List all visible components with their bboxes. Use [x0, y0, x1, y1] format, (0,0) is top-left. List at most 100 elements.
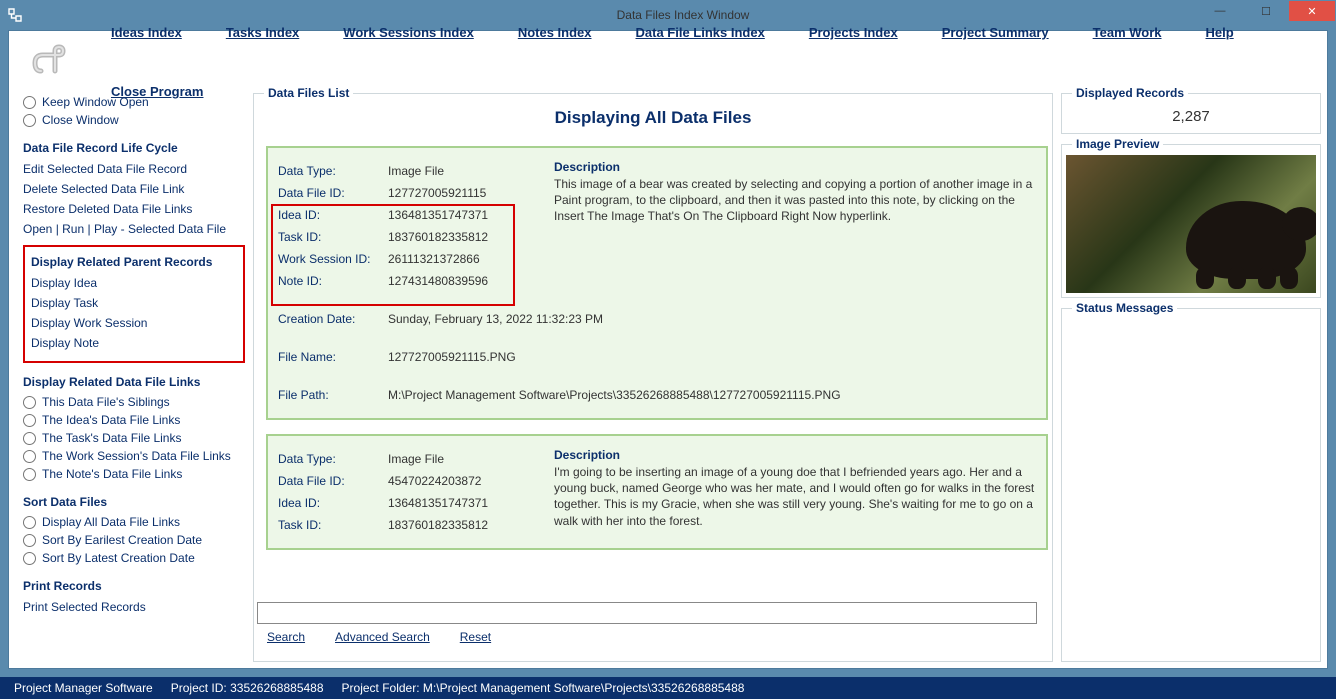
menu-help[interactable]: Help [1206, 25, 1234, 40]
status-messages-box: Status Messages [1061, 308, 1321, 662]
label-description: Description [554, 160, 1036, 174]
sort-earliest-radio[interactable]: Sort By Earilest Creation Date [23, 531, 245, 549]
image-preview-label: Image Preview [1072, 137, 1163, 151]
window-controls: — ☐ ✕ [1197, 1, 1335, 23]
display-task-link[interactable]: Display Task [31, 293, 237, 313]
sort-all-radio[interactable]: Display All Data File Links [23, 513, 245, 531]
status-bar: Project Manager Software Project ID: 335… [0, 677, 1336, 699]
label-task-id: Task ID: [278, 518, 388, 532]
display-note-link[interactable]: Display Note [31, 333, 237, 353]
idea-links-radio[interactable]: The Idea's Data File Links [23, 411, 245, 429]
footer-project-id: Project ID: 33526268885488 [171, 681, 324, 695]
value-description: This image of a bear was created by sele… [554, 176, 1036, 225]
label-note-id: Note ID: [278, 274, 388, 288]
value-data-type: Image File [388, 452, 444, 466]
value-file-path: M:\Project Management Software\Projects\… [388, 388, 841, 402]
displayed-records-box: Displayed Records 2,287 [1061, 93, 1321, 134]
reset-link[interactable]: Reset [460, 630, 491, 644]
app-body: Ideas Index Tasks Index Work Sessions In… [8, 30, 1328, 669]
value-idea-id: 136481351747371 [388, 496, 488, 510]
data-files-list-group: Data Files List Displaying All Data File… [253, 93, 1053, 662]
lifecycle-title: Data File Record Life Cycle [23, 141, 245, 155]
record-card[interactable]: Data Type:Image File Data File ID:454702… [266, 434, 1048, 550]
task-links-radio[interactable]: The Task's Data File Links [23, 429, 245, 447]
menu-tasks-index[interactable]: Tasks Index [226, 25, 299, 40]
search-input[interactable] [257, 602, 1037, 624]
parent-records-highlight: Display Related Parent Records Display I… [23, 245, 245, 363]
label-creation-date: Creation Date: [278, 312, 388, 326]
value-idea-id: 136481351747371 [388, 208, 488, 222]
display-idea-link[interactable]: Display Idea [31, 273, 237, 293]
bear-icon [1186, 201, 1306, 279]
parent-title: Display Related Parent Records [31, 255, 237, 269]
value-data-file-id: 45470224203872 [388, 474, 481, 488]
advanced-search-link[interactable]: Advanced Search [335, 630, 430, 644]
close-button[interactable]: ✕ [1289, 1, 1335, 21]
menu-team-work[interactable]: Team Work [1093, 25, 1162, 40]
maximize-button[interactable]: ☐ [1243, 1, 1289, 21]
work-session-links-radio[interactable]: The Work Session's Data File Links [23, 447, 245, 465]
window-title: Data Files Index Window [30, 8, 1336, 22]
value-note-id: 127431480839596 [388, 274, 488, 288]
open-run-play-link[interactable]: Open | Run | Play - Selected Data File [23, 219, 245, 239]
note-links-radio[interactable]: The Note's Data File Links [23, 465, 245, 483]
menu-notes-index[interactable]: Notes Index [518, 25, 592, 40]
keep-window-open-radio[interactable]: Keep Window Open [23, 93, 245, 111]
menu-strip: Ideas Index Tasks Index Work Sessions In… [9, 31, 1327, 93]
close-window-radio[interactable]: Close Window [23, 111, 245, 129]
footer-app: Project Manager Software [14, 681, 153, 695]
label-data-type: Data Type: [278, 452, 388, 466]
search-strip: Search Advanced Search Reset [253, 602, 1053, 658]
value-work-session-id: 26111321372866 [388, 252, 480, 266]
menu-projects-index[interactable]: Projects Index [809, 25, 898, 40]
data-files-list-label: Data Files List [264, 86, 353, 100]
value-data-type: Image File [388, 164, 444, 178]
delete-selected-link[interactable]: Delete Selected Data File Link [23, 179, 245, 199]
search-link[interactable]: Search [267, 630, 305, 644]
status-messages-label: Status Messages [1072, 301, 1177, 315]
label-work-session-id: Work Session ID: [278, 252, 388, 266]
display-work-session-link[interactable]: Display Work Session [31, 313, 237, 333]
app-icon [0, 7, 30, 23]
label-data-file-id: Data File ID: [278, 474, 388, 488]
label-idea-id: Idea ID: [278, 208, 388, 222]
center-panel: Data Files List Displaying All Data File… [253, 93, 1053, 662]
list-heading: Displaying All Data Files [254, 94, 1052, 136]
sidebar: Keep Window Open Close Window Data File … [23, 93, 245, 662]
image-preview-box: Image Preview [1061, 144, 1321, 298]
menu-data-file-links-index[interactable]: Data File Links Index [636, 25, 765, 40]
displayed-records-label: Displayed Records [1072, 86, 1188, 100]
label-task-id: Task ID: [278, 230, 388, 244]
related-links-title: Display Related Data File Links [23, 375, 245, 389]
right-column: Displayed Records 2,287 Image Preview St… [1061, 93, 1321, 662]
footer-project-folder: Project Folder: M:\Project Management So… [342, 681, 745, 695]
siblings-radio[interactable]: This Data File's Siblings [23, 393, 245, 411]
label-file-path: File Path: [278, 388, 388, 402]
minimize-button[interactable]: — [1197, 1, 1243, 21]
sort-title: Sort Data Files [23, 495, 245, 509]
restore-deleted-link[interactable]: Restore Deleted Data File Links [23, 199, 245, 219]
label-data-file-id: Data File ID: [278, 186, 388, 200]
preview-image [1066, 155, 1316, 293]
value-description: I'm going to be inserting an image of a … [554, 464, 1036, 529]
menu-project-summary[interactable]: Project Summary [942, 25, 1049, 40]
sort-latest-radio[interactable]: Sort By Latest Creation Date [23, 549, 245, 567]
print-selected-link[interactable]: Print Selected Records [23, 597, 245, 617]
label-file-name: File Name: [278, 350, 388, 364]
record-card[interactable]: Data Type:Image File Data File ID:127727… [266, 146, 1048, 420]
value-file-name: 127727005921115.PNG [388, 350, 516, 364]
value-data-file-id: 127727005921115 [388, 186, 486, 200]
label-data-type: Data Type: [278, 164, 388, 178]
app-logo [29, 41, 71, 83]
label-description: Description [554, 448, 1036, 462]
edit-selected-link[interactable]: Edit Selected Data File Record [23, 159, 245, 179]
value-creation-date: Sunday, February 13, 2022 11:32:23 PM [388, 312, 603, 326]
menu-ideas-index[interactable]: Ideas Index [111, 25, 182, 40]
value-task-id: 183760182335812 [388, 518, 488, 532]
content-area: Keep Window Open Close Window Data File … [23, 93, 1321, 662]
menu-work-sessions-index[interactable]: Work Sessions Index [343, 25, 474, 40]
print-title: Print Records [23, 579, 245, 593]
displayed-records-value: 2,287 [1070, 108, 1312, 125]
records-scroll[interactable]: Data Type:Image File Data File ID:127727… [262, 138, 1052, 587]
label-idea-id: Idea ID: [278, 496, 388, 510]
